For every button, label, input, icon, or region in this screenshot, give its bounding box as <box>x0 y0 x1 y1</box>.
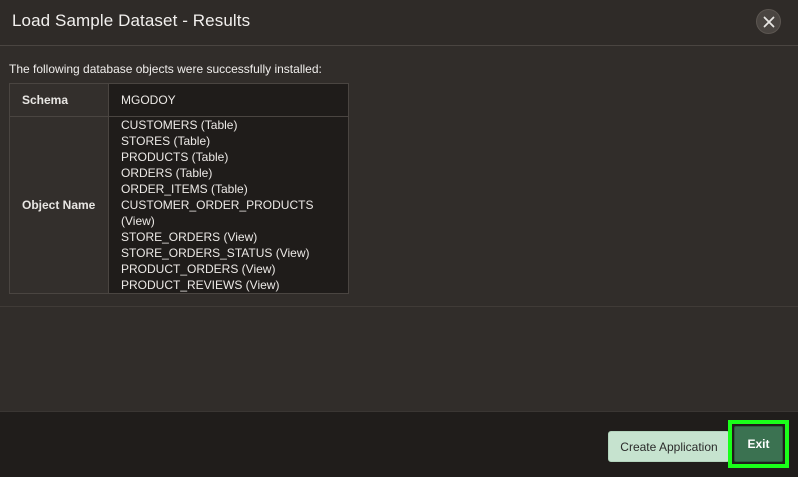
close-icon <box>763 16 774 27</box>
results-table: Schema MGODOY Object Name CUSTOMERS (Tab… <box>9 83 349 294</box>
object-name-label: Object Name <box>9 116 109 294</box>
list-item: PRODUCTS (Table) <box>121 150 229 164</box>
table-row: Object Name CUSTOMERS (Table) STORES (Ta… <box>9 116 349 294</box>
table-row: Schema MGODOY <box>9 83 349 117</box>
list-item: ORDER_ITEMS (Table) <box>121 182 248 196</box>
object-list: CUSTOMERS (Table) STORES (Table) PRODUCT… <box>121 117 348 293</box>
list-item: STORE_ORDERS_STATUS (View) <box>121 246 310 260</box>
object-list-cell: CUSTOMERS (Table) STORES (Table) PRODUCT… <box>108 116 349 294</box>
schema-value: MGODOY <box>108 83 349 117</box>
schema-label: Schema <box>9 83 109 117</box>
dialog-title: Load Sample Dataset - Results <box>12 11 251 30</box>
list-item: STORES (Table) <box>121 134 211 148</box>
close-button[interactable] <box>756 9 781 34</box>
intro-text: The following database objects were succ… <box>9 62 322 76</box>
list-item: CUSTOMER_ORDER_PRODUCTS (View) <box>121 198 314 228</box>
list-item: PRODUCT_ORDERS (View) <box>121 262 276 276</box>
create-application-button[interactable]: Create Application <box>608 431 730 462</box>
list-item: PRODUCT_REVIEWS (View) <box>121 278 280 292</box>
dialog-body: The following database objects were succ… <box>0 47 798 307</box>
results-dialog: Load Sample Dataset - Results The follow… <box>0 0 798 477</box>
dialog-header: Load Sample Dataset - Results <box>0 0 798 46</box>
dialog-footer: Create Application <box>0 411 798 477</box>
exit-button[interactable]: Exit <box>734 426 783 462</box>
list-item: ORDERS (Table) <box>121 166 213 180</box>
list-item: STORE_ORDERS (View) <box>121 230 258 244</box>
list-item: CUSTOMERS (Table) <box>121 118 238 132</box>
